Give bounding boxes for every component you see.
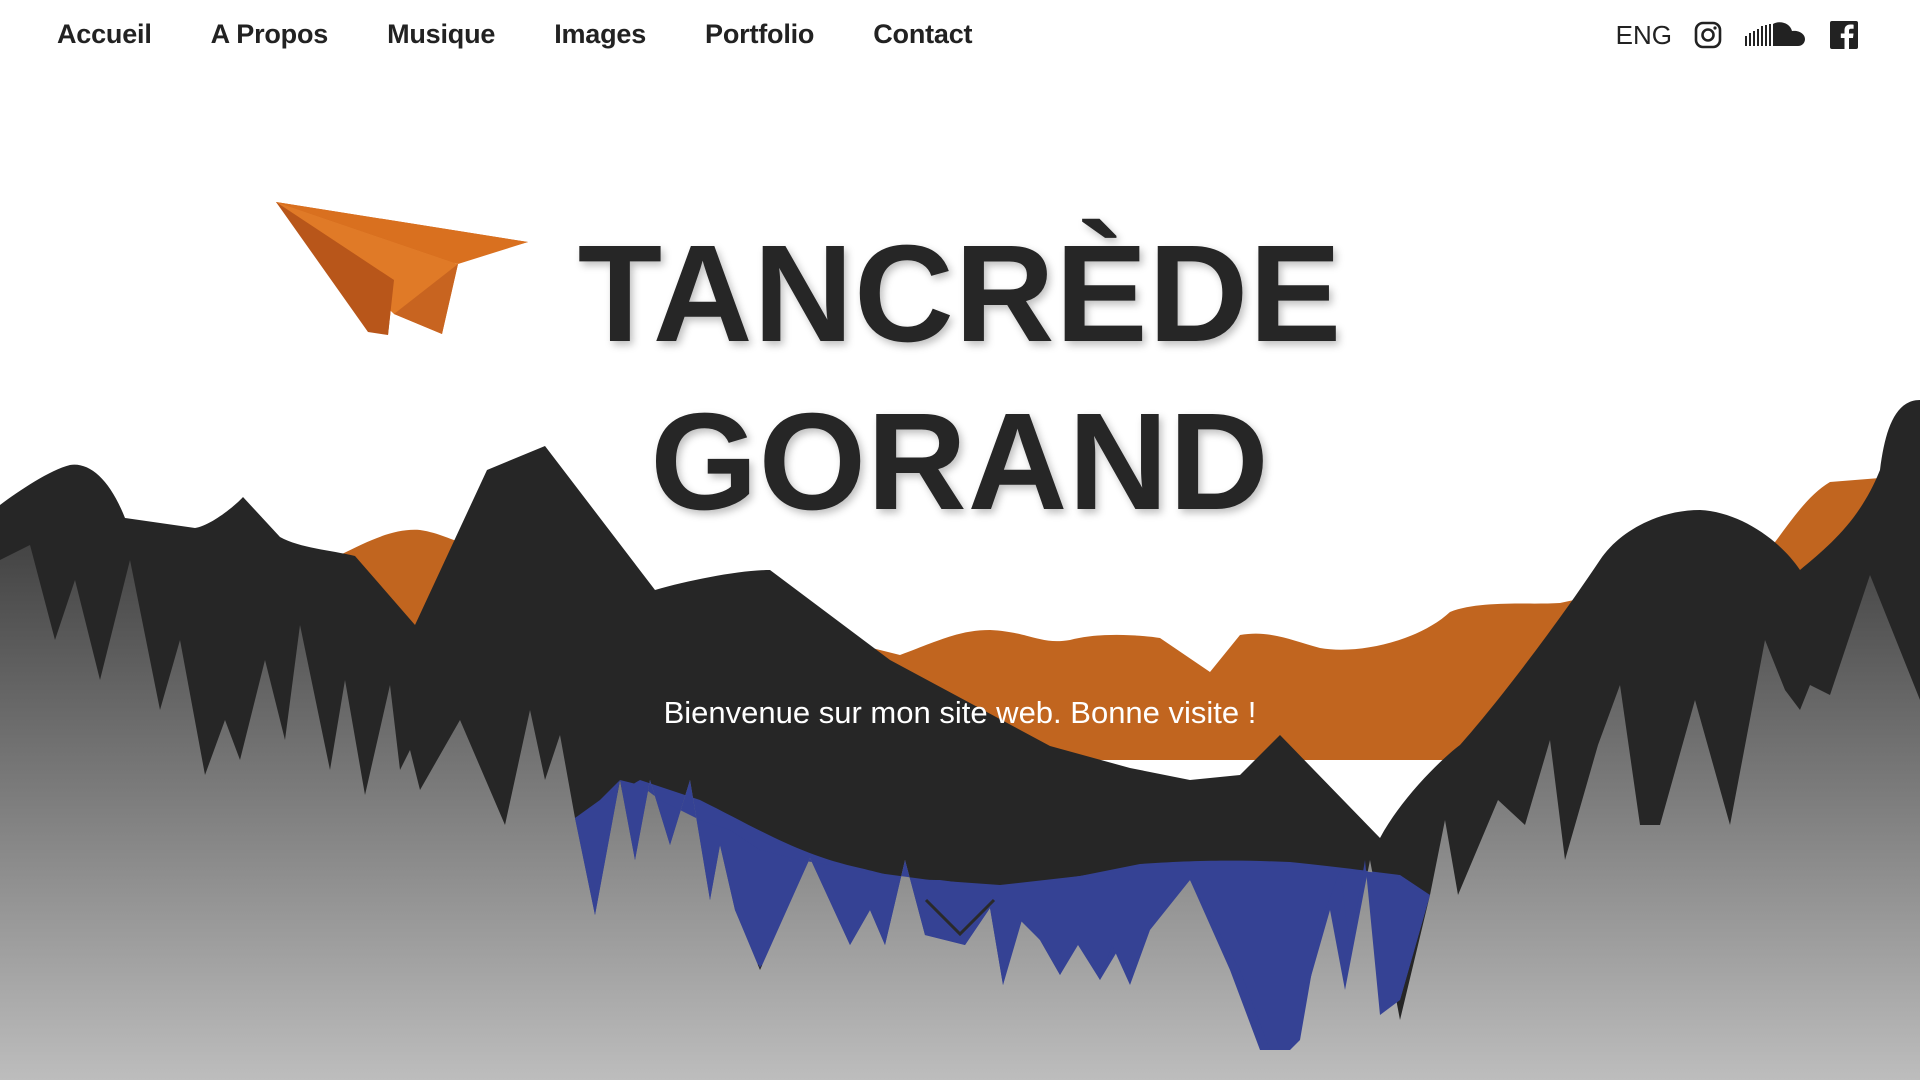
language-switch[interactable]: ENG [1616,18,1672,52]
nav-right-group: ENG [1616,18,1858,52]
title-line-last-name: GORAND [650,385,1270,539]
title-line-first-name: TANCRÈDE [577,217,1343,371]
page: Accueil A Propos Musique Images Portfoli… [0,0,1920,1080]
facebook-icon[interactable] [1830,21,1858,49]
main-menu: Accueil A Propos Musique Images Portfoli… [57,16,1031,52]
paper-plane-icon [276,202,528,335]
top-navigation: Accueil A Propos Musique Images Portfoli… [0,0,1920,70]
nav-link-contact[interactable]: Contact [873,16,972,52]
nav-link-images[interactable]: Images [554,16,646,52]
welcome-message: Bienvenue sur mon site web. Bonne visite… [663,695,1257,730]
soundcloud-icon[interactable] [1744,20,1806,50]
nav-link-musique[interactable]: Musique [387,16,495,52]
nav-link-accueil[interactable]: Accueil [57,16,152,52]
instagram-icon[interactable] [1694,21,1722,49]
nav-link-portfolio[interactable]: Portfolio [705,16,814,52]
hero-title: TANCRÈDE GORAND [560,210,1360,546]
chevron-down-icon[interactable] [924,896,996,940]
nav-link-a-propos[interactable]: A Propos [211,16,329,52]
